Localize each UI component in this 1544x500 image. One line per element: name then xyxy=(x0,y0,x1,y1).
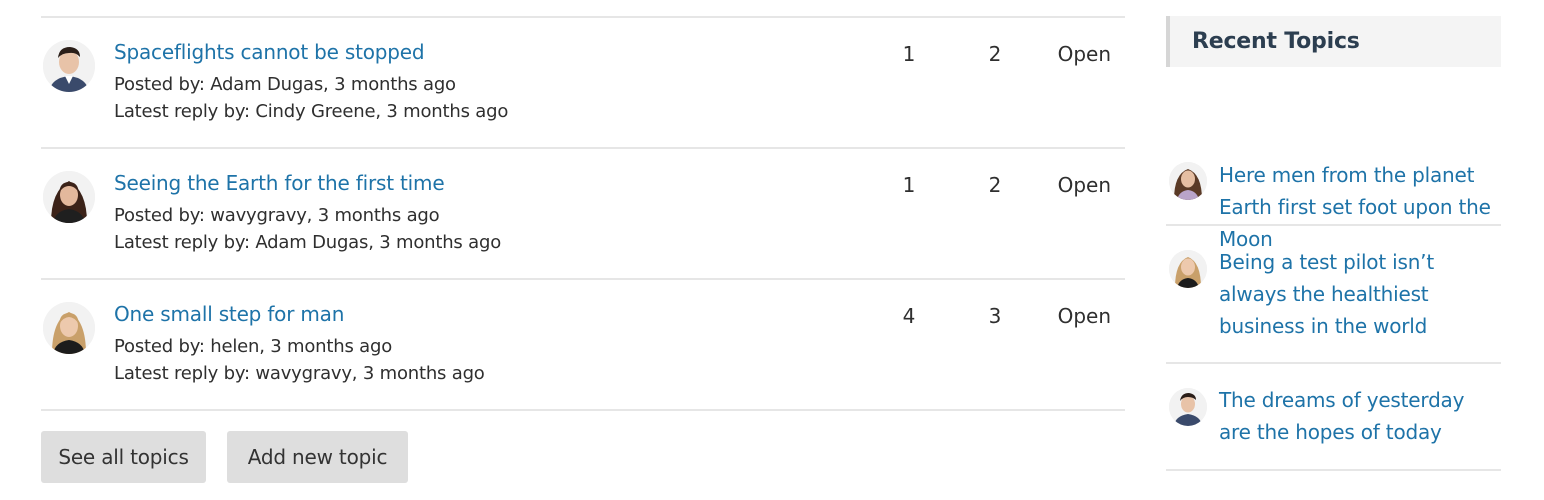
topic-posted-by: Posted by: helen, 3 months ago xyxy=(114,336,393,357)
topic-reply-count: 1 xyxy=(902,173,916,197)
topic-title-link[interactable]: One small step for man xyxy=(114,302,344,326)
topic-status: Open xyxy=(1057,173,1111,197)
avatar-female-user[interactable] xyxy=(43,171,95,223)
topic-posted-by: Posted by: wavygravy, 3 months ago xyxy=(114,205,440,226)
avatar-male-user[interactable] xyxy=(1169,388,1207,426)
topic-reply-count: 4 xyxy=(902,304,916,328)
topic-status: Open xyxy=(1057,42,1111,66)
topic-reply-count: 1 xyxy=(902,42,916,66)
sidebar-header: Recent Topics xyxy=(1166,16,1501,67)
topic-view-count: 3 xyxy=(988,304,1002,328)
topic-status: Open xyxy=(1057,304,1111,328)
topic-view-count: 2 xyxy=(988,42,1002,66)
recent-topic-item: The dreams of yesterday are the hopes of… xyxy=(1166,364,1501,471)
recent-topic-item: Being a test pilot isn’t always the heal… xyxy=(1166,226,1501,364)
topic-view-count: 2 xyxy=(988,173,1002,197)
recent-topic-link[interactable]: The dreams of yesterday are the hopes of… xyxy=(1219,384,1494,448)
see-all-topics-button[interactable]: See all topics xyxy=(41,431,206,483)
topic-list: Spaceflights cannot be stopped Posted by… xyxy=(41,16,1125,411)
topic-row: One small step for man Posted by: helen,… xyxy=(41,280,1125,411)
avatar-female-user[interactable] xyxy=(43,302,95,354)
recent-topics-sidebar: Recent Topics Here men from the planet E… xyxy=(1166,16,1501,471)
avatar-male-user[interactable] xyxy=(43,40,95,92)
avatar-female-user[interactable] xyxy=(1169,162,1207,200)
topic-title-link[interactable]: Seeing the Earth for the first time xyxy=(114,171,445,195)
topic-title-link[interactable]: Spaceflights cannot be stopped xyxy=(114,40,425,64)
add-new-topic-button[interactable]: Add new topic xyxy=(227,431,408,483)
recent-topic-item: Here men from the planet Earth first set… xyxy=(1166,67,1501,251)
topic-latest-reply: Latest reply by: wavygravy, 3 months ago xyxy=(114,363,485,384)
sidebar-title: Recent Topics xyxy=(1192,29,1360,54)
recent-topic-link[interactable]: Being a test pilot isn’t always the heal… xyxy=(1219,246,1494,342)
avatar-female-user[interactable] xyxy=(1169,250,1207,288)
topic-latest-reply: Latest reply by: Adam Dugas, 3 months ag… xyxy=(114,232,502,253)
topic-posted-by: Posted by: Adam Dugas, 3 months ago xyxy=(114,74,456,95)
topic-latest-reply: Latest reply by: Cindy Greene, 3 months … xyxy=(114,101,509,122)
topic-row: Seeing the Earth for the first time Post… xyxy=(41,149,1125,280)
topic-row: Spaceflights cannot be stopped Posted by… xyxy=(41,18,1125,149)
